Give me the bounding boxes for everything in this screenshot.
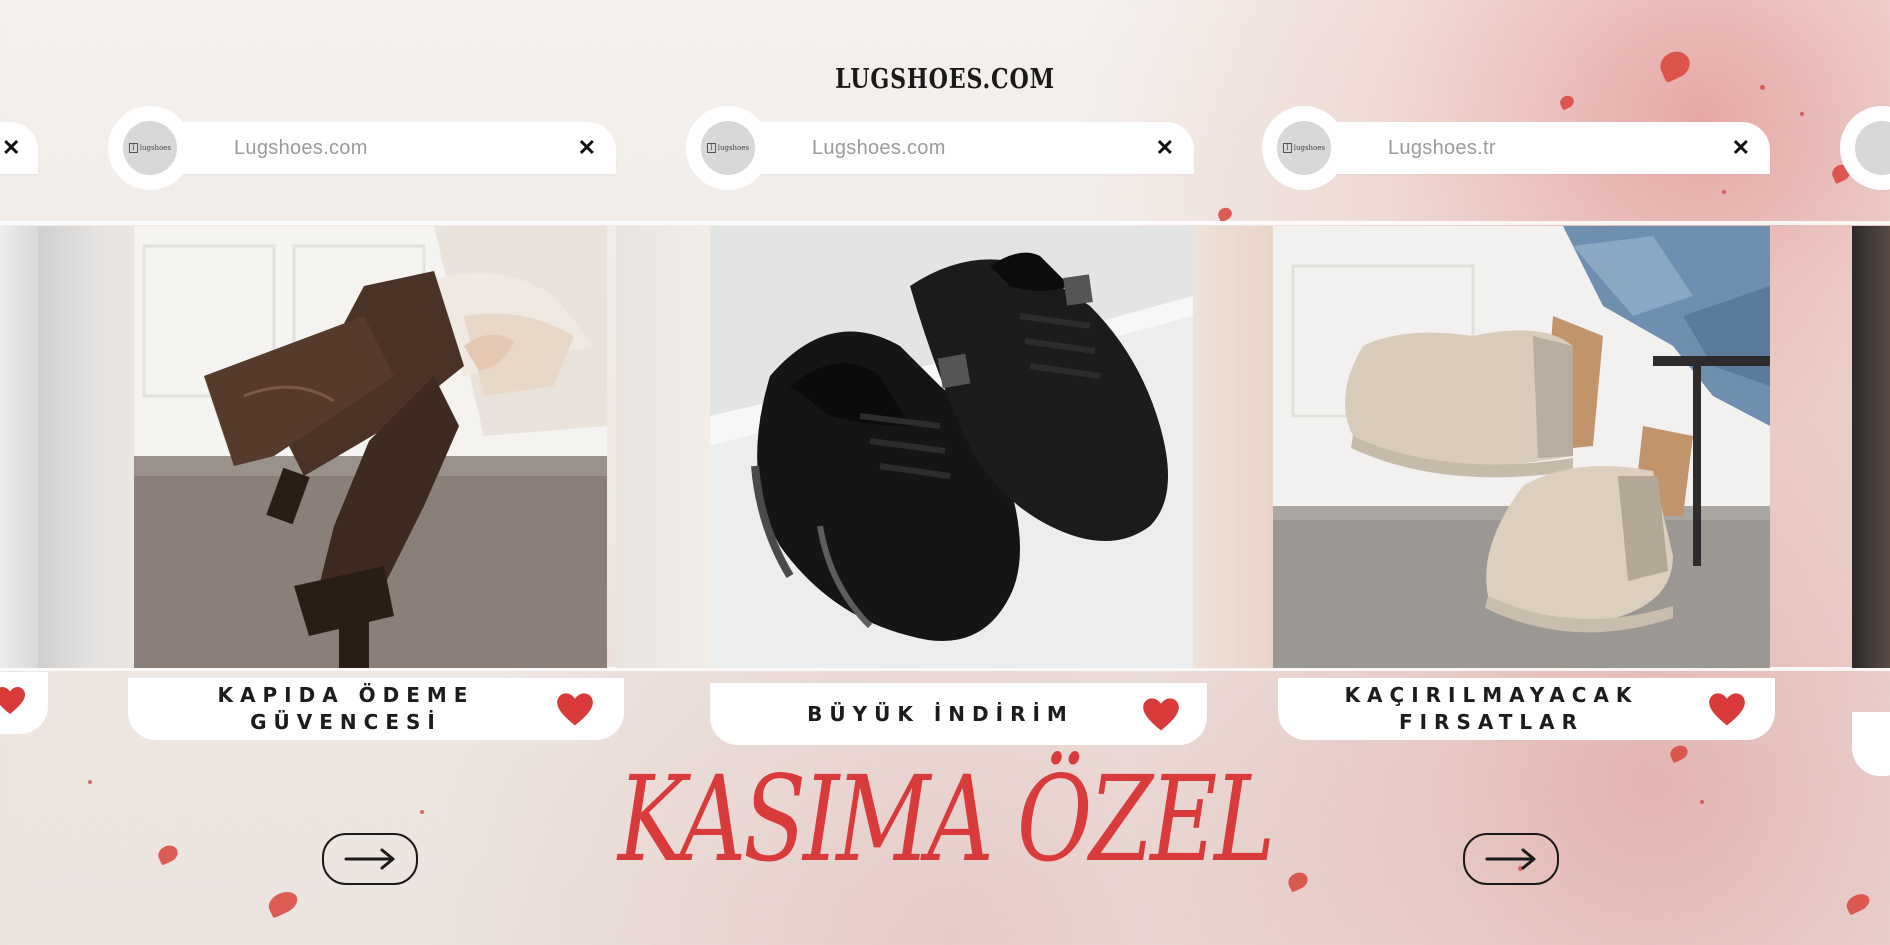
- logo-text: lugshoes: [1293, 144, 1326, 152]
- close-icon[interactable]: ✕: [578, 135, 596, 161]
- partial-card-left-label: [0, 672, 48, 734]
- card-2-header: Lugshoes.com ✕: [730, 122, 1194, 174]
- card-1-image: [134, 226, 607, 668]
- heart-icon[interactable]: [1708, 692, 1746, 728]
- card-2-logo: Ilugshoes: [686, 106, 770, 190]
- card-1-wall: [38, 226, 134, 668]
- heart-icon[interactable]: [1142, 697, 1180, 733]
- card-3-label: KAÇIRILMAYACAK FIRSATLAR: [1278, 678, 1775, 740]
- partial-card-right-label: [1852, 712, 1890, 776]
- logo-text: lugshoes: [139, 144, 172, 152]
- card-2-label-text: BÜYÜK İNDİRİM: [807, 701, 1074, 726]
- partial-card-right-photo: [1852, 226, 1890, 668]
- card-3-label-text: KAÇIRILMAYACAK FIRSATLAR: [1344, 683, 1639, 734]
- divider-top: [0, 221, 1890, 225]
- card-1-url[interactable]: Lugshoes.com: [234, 137, 578, 160]
- close-icon[interactable]: ✕: [2, 135, 20, 161]
- logo-text: lugshoes: [717, 144, 750, 152]
- card-3-wall: [1193, 226, 1273, 668]
- card-1-label: KAPIDA ÖDEME GÜVENCESİ: [128, 678, 624, 740]
- card-2-label: BÜYÜK İNDİRİM: [710, 683, 1207, 745]
- promo-headline: KASIMA ÖZEL: [617, 750, 1275, 888]
- card-1-label-text: KAPIDA ÖDEME GÜVENCESİ: [217, 683, 475, 734]
- card-3-header: Lugshoes.tr ✕: [1306, 122, 1770, 174]
- card-2-url[interactable]: Lugshoes.com: [812, 137, 1156, 160]
- partial-card-left-header: ✕: [0, 122, 38, 174]
- close-icon[interactable]: ✕: [1732, 135, 1750, 161]
- card-1-header: Lugshoes.com ✕: [152, 122, 616, 174]
- close-icon[interactable]: ✕: [1156, 135, 1174, 161]
- card-2-wall: [616, 226, 710, 668]
- brand-title[interactable]: LUGSHOES.COM: [170, 64, 1720, 95]
- card-3-image: [1273, 226, 1770, 668]
- heart-icon[interactable]: [556, 692, 594, 728]
- card-3-logo: Ilugshoes: [1262, 106, 1346, 190]
- heart-icon[interactable]: [0, 686, 26, 716]
- card-2-image: [710, 226, 1193, 668]
- card-1-logo: Ilugshoes: [108, 106, 192, 190]
- partial-card-left-photo: [0, 226, 38, 668]
- card-3-url[interactable]: Lugshoes.tr: [1388, 137, 1732, 160]
